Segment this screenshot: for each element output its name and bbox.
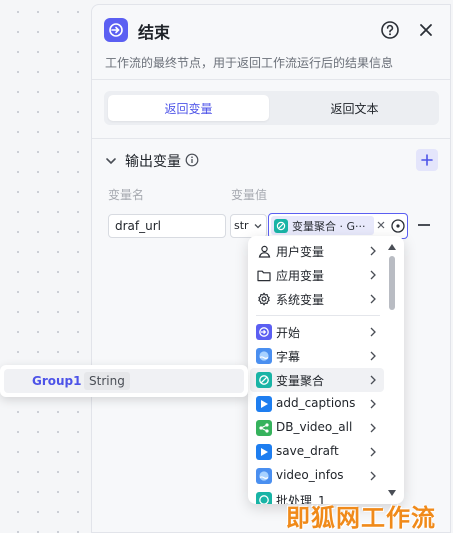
variable-type-value: str — [234, 219, 249, 232]
aggregate-node-icon — [274, 218, 288, 233]
dropdown-divider — [256, 315, 380, 316]
chevron-right-icon — [370, 327, 376, 337]
dropdown-item-label: 应用变量 — [276, 269, 325, 283]
dropdown-scrollbar[interactable] — [385, 244, 399, 500]
end-node-icon — [104, 18, 128, 42]
add-variable-button[interactable] — [416, 149, 438, 171]
return-mode-tabs: 返回变量 返回文本 — [104, 91, 439, 125]
dropdown-item-label: 用户变量 — [276, 245, 325, 259]
tab-return-variables[interactable]: 返回变量 — [108, 95, 269, 121]
aggregate-node-icon — [256, 492, 272, 504]
chevron-right-icon — [370, 246, 376, 256]
dropdown-item-label: 变量聚合 — [276, 374, 325, 388]
dropdown-item-label: add_captions — [276, 396, 356, 410]
dropdown-item-start[interactable]: 开始 — [248, 320, 384, 344]
variable-type-select[interactable]: str — [230, 214, 267, 238]
watermark-text: 即狐网工作流 — [286, 504, 436, 532]
dropdown-item-subtitle[interactable]: 字幕 — [248, 344, 384, 368]
panel-title: 结束 — [138, 23, 171, 42]
chevron-down-icon — [254, 224, 262, 229]
output-section-title: 输出变量 — [125, 154, 181, 170]
dropdown-item-label: DB_video_all — [276, 420, 353, 434]
reference-badge: 变量聚合 · G··· — [271, 216, 374, 235]
dropdown-item-add-captions[interactable]: add_captions — [248, 392, 384, 416]
dropdown-item-label: 开始 — [276, 326, 301, 340]
help-icon[interactable] — [380, 20, 400, 40]
reference-label: 变量聚合 · G··· — [292, 219, 366, 233]
tab-return-text[interactable]: 返回文本 — [274, 95, 435, 121]
chevron-right-icon — [370, 351, 376, 361]
chevron-right-icon — [370, 471, 376, 481]
submenu-item-group1[interactable]: Group1 String — [4, 369, 244, 393]
variable-source-dropdown: 用户变量 应用变量 系统变量 开始 字幕 变量聚合 add_captions D… — [248, 236, 404, 504]
variable-name-input[interactable]: draf_url — [108, 214, 226, 238]
dropdown-item-label: 系统变量 — [276, 293, 325, 307]
chevron-right-icon — [370, 447, 376, 457]
column-header-name: 变量名 — [108, 188, 145, 202]
dropdown-item-app-variables[interactable]: 应用变量 — [248, 263, 384, 287]
aggregate-submenu: Group1 String — [0, 365, 248, 397]
chevron-right-icon — [370, 423, 376, 433]
chevron-right-icon — [370, 270, 376, 280]
gear-icon — [256, 291, 272, 307]
chevron-down-icon[interactable] — [104, 153, 118, 167]
plugin-node-icon — [256, 444, 272, 460]
dropdown-item-label: video_infos — [276, 468, 344, 482]
dropdown-item-video-infos[interactable]: video_infos — [248, 464, 384, 488]
info-icon[interactable] — [185, 152, 199, 167]
clear-reference-icon[interactable] — [377, 219, 387, 231]
dropdown-item-save-draft[interactable]: save_draft — [248, 440, 384, 464]
group-name: Group1 — [32, 374, 82, 388]
section-divider — [92, 138, 450, 139]
user-icon — [256, 243, 272, 259]
scroll-down-icon[interactable] — [388, 490, 396, 496]
plugin-node-icon — [256, 396, 272, 412]
column-header-value: 变量值 — [231, 188, 268, 202]
aggregate-node-icon — [256, 372, 272, 388]
chevron-right-icon — [370, 294, 376, 304]
group-type-badge: String — [84, 372, 130, 390]
subtitle-node-icon — [256, 468, 272, 484]
dropdown-item-variable-aggregate[interactable]: 变量聚合 — [250, 368, 384, 392]
header-divider — [92, 79, 450, 80]
variable-picker-icon[interactable] — [391, 218, 405, 233]
chevron-right-icon — [370, 399, 376, 409]
dropdown-item-system-variables[interactable]: 系统变量 — [248, 287, 384, 311]
subtitle-node-icon — [256, 348, 272, 364]
start-node-icon — [256, 324, 272, 340]
folder-icon — [256, 267, 272, 283]
scrollbar-thumb[interactable] — [389, 256, 395, 310]
panel-header: 结束 工作流的最终节点，用于返回工作流运行后的结果信息 — [92, 5, 450, 79]
remove-variable-button[interactable] — [418, 224, 430, 226]
scroll-up-icon[interactable] — [388, 244, 396, 250]
dropdown-item-label: 字幕 — [276, 350, 301, 364]
dropdown-item-db-video-all[interactable]: DB_video_all — [248, 416, 384, 440]
close-icon[interactable] — [416, 20, 436, 40]
panel-description: 工作流的最终节点，用于返回工作流运行后的结果信息 — [105, 56, 394, 70]
dropdown-item-user-variables[interactable]: 用户变量 — [248, 239, 384, 263]
dropdown-item-label: save_draft — [276, 444, 339, 458]
db-node-icon — [256, 420, 272, 436]
chevron-right-icon — [370, 375, 376, 385]
plus-icon — [421, 154, 433, 166]
